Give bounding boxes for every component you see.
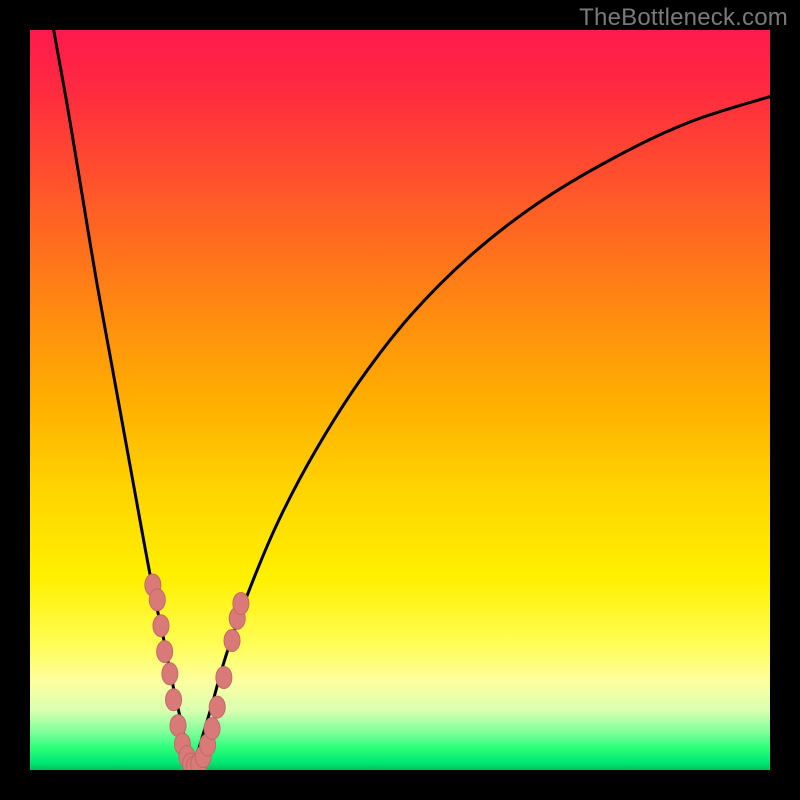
marker-dot — [166, 689, 182, 711]
marker-dot — [162, 663, 178, 685]
series-right-arm — [193, 97, 770, 770]
marker-dot — [233, 593, 249, 615]
chart-frame: TheBottleneck.com — [0, 0, 800, 800]
plot-area — [30, 30, 770, 770]
marker-dot — [153, 615, 169, 637]
marker-dot — [149, 589, 165, 611]
watermark-text: TheBottleneck.com — [579, 4, 788, 32]
curve-left-arm — [54, 30, 193, 770]
marker-dot — [157, 641, 173, 663]
marker-dot — [216, 667, 232, 689]
curves-layer — [30, 30, 770, 770]
marker-dot — [224, 630, 240, 652]
curve-right-arm — [193, 97, 770, 770]
marker-dots — [145, 574, 249, 770]
marker-dot — [204, 718, 220, 740]
series-left-arm — [54, 30, 193, 770]
marker-dot — [209, 696, 225, 718]
